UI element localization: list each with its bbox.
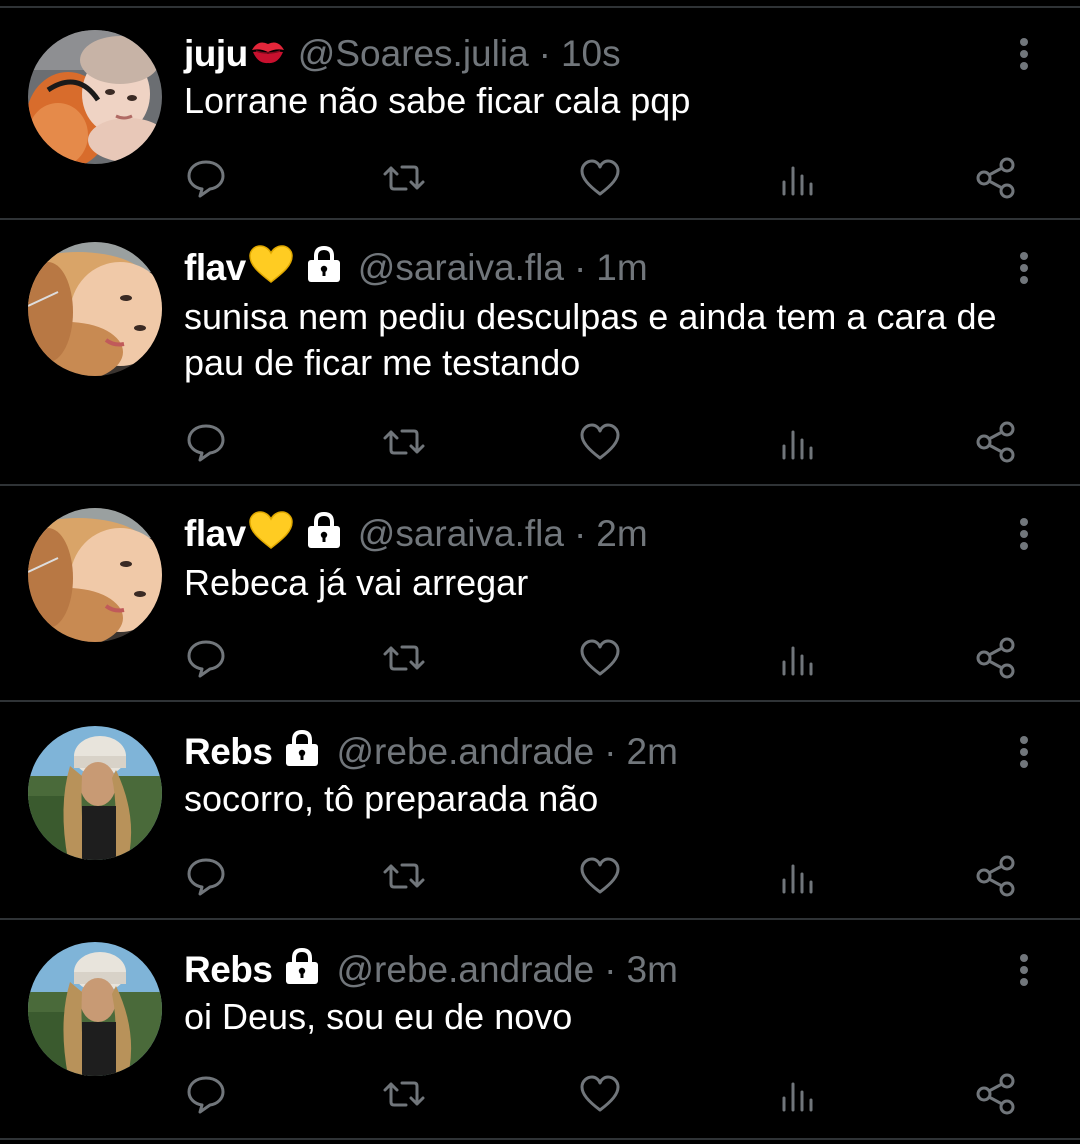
timestamp[interactable]: 2m <box>627 731 678 773</box>
tweet-text: oi Deus, sou eu de novo <box>184 996 573 1037</box>
display-name[interactable]: Rebs <box>184 949 273 991</box>
reply-icon[interactable] <box>184 854 228 898</box>
like-icon[interactable] <box>578 156 622 200</box>
tweet-text: Lorrane não sabe ficar cala pqp <box>184 80 691 121</box>
reply-icon[interactable] <box>184 420 228 464</box>
views-icon[interactable] <box>776 854 820 898</box>
timeline-feed: juju @Soares.julia · 10s Lorrane não sab… <box>0 0 1080 1144</box>
display-name[interactable]: juju <box>184 33 248 75</box>
reply-icon[interactable] <box>184 636 228 680</box>
retweet-icon[interactable] <box>382 636 426 680</box>
yellow-heart-icon <box>248 244 294 293</box>
views-icon[interactable] <box>776 636 820 680</box>
views-icon[interactable] <box>776 1072 820 1116</box>
tweet-header: flav @saraiva.fla · 2m <box>184 510 648 558</box>
avatar[interactable] <box>28 942 162 1076</box>
user-handle[interactable]: @rebe.andrade <box>336 949 594 991</box>
tweet-header: Rebs @rebe.andrade · 3m <box>184 946 678 994</box>
yellow-heart-icon <box>248 510 294 559</box>
action-bar <box>0 156 1080 200</box>
views-icon[interactable] <box>776 156 820 200</box>
like-icon[interactable] <box>578 636 622 680</box>
tweet[interactable]: Rebs @rebe.andrade · 3m oi Deus, sou eu … <box>0 920 1080 1144</box>
display-name[interactable]: flav <box>184 513 246 555</box>
retweet-icon[interactable] <box>382 420 426 464</box>
separator-dot: · <box>538 33 551 74</box>
lock-icon <box>282 947 322 994</box>
share-icon[interactable] <box>974 156 1018 200</box>
tweet[interactable]: juju @Soares.julia · 10s Lorrane não sab… <box>0 8 1080 220</box>
tweet-header: flav @saraiva.fla · 1m <box>184 244 648 292</box>
like-icon[interactable] <box>578 420 622 464</box>
like-icon[interactable] <box>578 1072 622 1116</box>
more-options-icon[interactable] <box>1006 248 1042 288</box>
reply-icon[interactable] <box>184 156 228 200</box>
timestamp[interactable]: 1m <box>596 247 647 289</box>
separator-dot: · <box>604 731 617 772</box>
reply-icon[interactable] <box>184 1072 228 1116</box>
lock-icon <box>304 511 344 558</box>
more-options-icon[interactable] <box>1006 34 1042 74</box>
like-icon[interactable] <box>578 854 622 898</box>
timestamp[interactable]: 2m <box>596 513 647 555</box>
more-options-icon[interactable] <box>1006 950 1042 990</box>
display-name[interactable]: flav <box>184 247 246 289</box>
retweet-icon[interactable] <box>382 1072 426 1116</box>
views-icon[interactable] <box>776 420 820 464</box>
separator-dot: · <box>604 949 617 990</box>
tweet[interactable]: flav @saraiva.fla · 1m sunisa nem pediu … <box>0 220 1080 486</box>
separator-dot: · <box>573 513 587 554</box>
user-handle[interactable]: @rebe.andrade <box>336 731 594 773</box>
separator-dot: · <box>573 247 587 288</box>
avatar[interactable] <box>28 726 162 860</box>
action-bar <box>0 420 1080 464</box>
retweet-icon[interactable] <box>382 854 426 898</box>
avatar[interactable] <box>28 242 162 376</box>
tweet-text: sunisa nem pediu desculpas e ainda tem a… <box>184 296 997 383</box>
avatar[interactable] <box>28 508 162 642</box>
display-name[interactable]: Rebs <box>184 731 273 773</box>
tweet-text: socorro, tô preparada não <box>184 778 599 819</box>
tweet[interactable]: flav @saraiva.fla · 2m Rebeca já vai arr… <box>0 486 1080 702</box>
share-icon[interactable] <box>974 854 1018 898</box>
action-bar <box>0 636 1080 680</box>
share-icon[interactable] <box>974 636 1018 680</box>
more-options-icon[interactable] <box>1006 732 1042 772</box>
timestamp[interactable]: 10s <box>561 33 621 75</box>
timestamp[interactable]: 3m <box>627 949 678 991</box>
lock-icon <box>282 729 322 776</box>
action-bar <box>0 1072 1080 1116</box>
tweet-text: Rebeca já vai arregar <box>184 562 529 603</box>
user-handle[interactable]: @saraiva.fla <box>358 247 564 289</box>
tweet[interactable]: Rebs @rebe.andrade · 2m socorro, tô prep… <box>0 702 1080 920</box>
retweet-icon[interactable] <box>382 156 426 200</box>
share-icon[interactable] <box>974 1072 1018 1116</box>
more-options-icon[interactable] <box>1006 514 1042 554</box>
action-bar <box>0 854 1080 898</box>
user-handle[interactable]: @Soares.julia <box>298 33 529 75</box>
tweet-header: Rebs @rebe.andrade · 2m <box>184 728 678 776</box>
lock-icon <box>304 245 344 292</box>
tweet-header: juju @Soares.julia · 10s <box>184 30 621 78</box>
kiss-mark-icon <box>250 33 286 75</box>
avatar[interactable] <box>28 30 162 164</box>
share-icon[interactable] <box>974 420 1018 464</box>
user-handle[interactable]: @saraiva.fla <box>358 513 564 555</box>
divider <box>0 1138 1080 1140</box>
